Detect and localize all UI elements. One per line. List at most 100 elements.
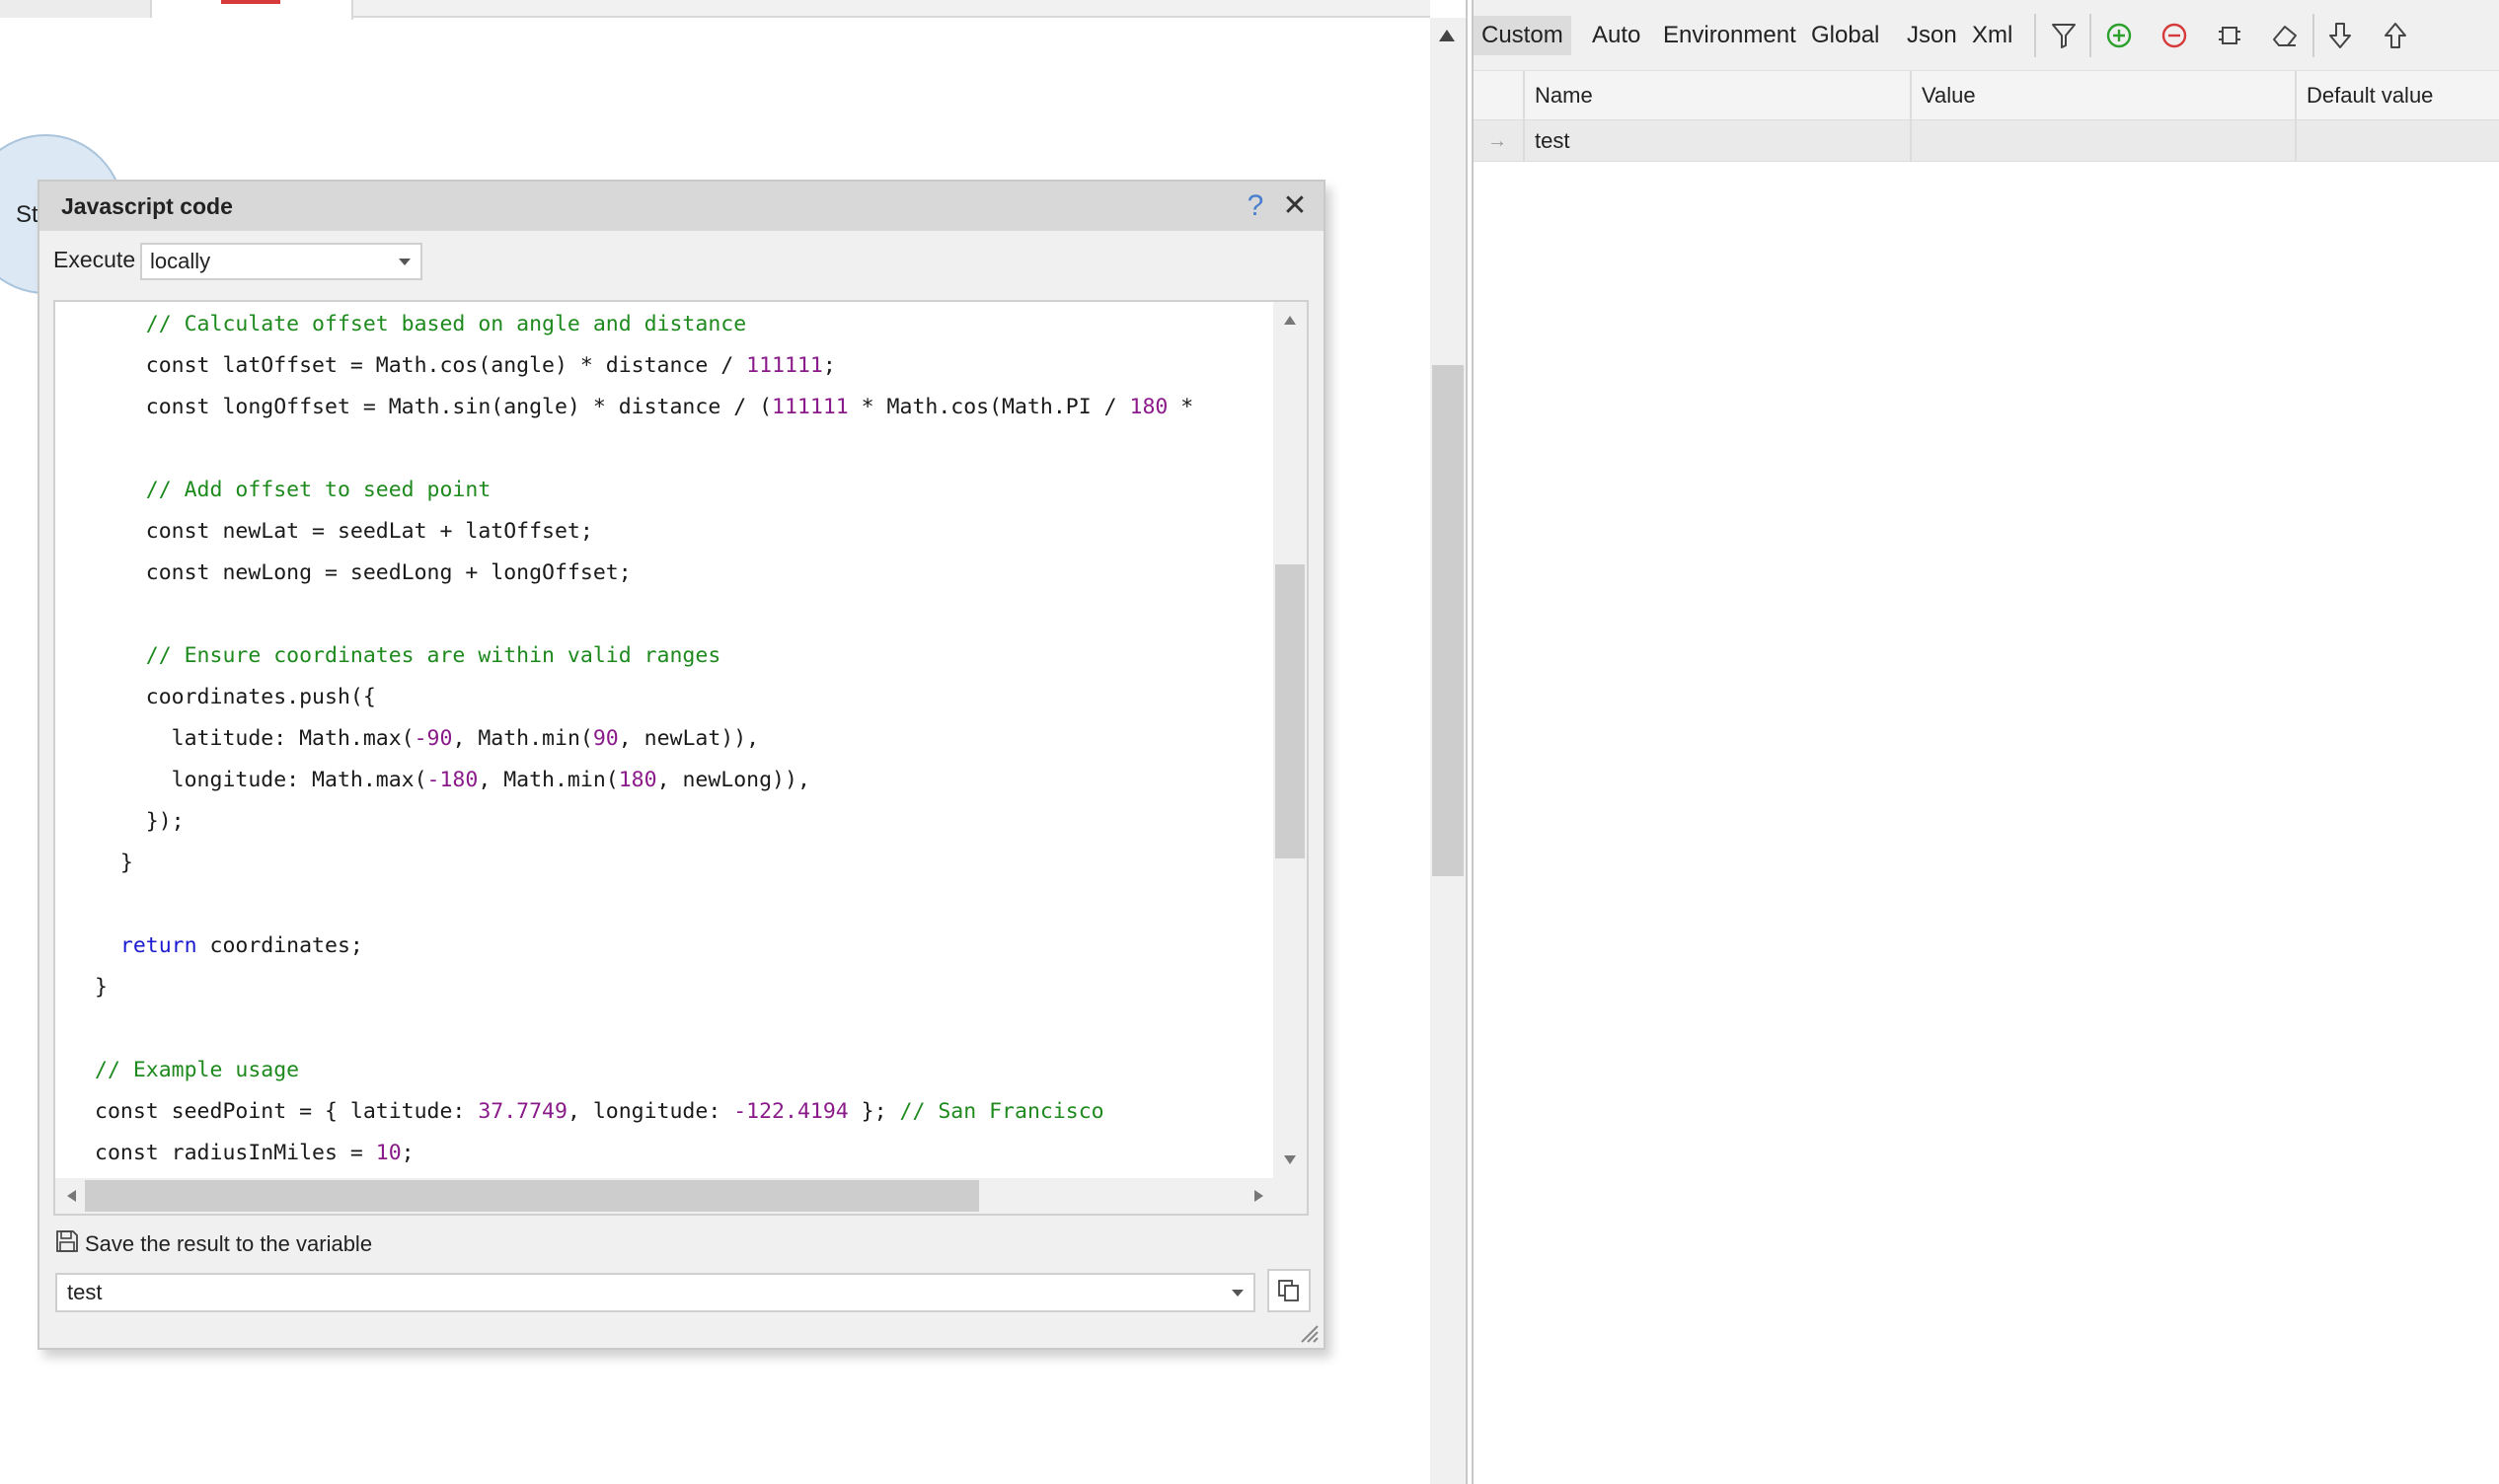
code-token: 37.7749 xyxy=(478,1099,568,1124)
column-header-name[interactable]: Name xyxy=(1523,71,1910,120)
tab-json[interactable]: Json xyxy=(1899,16,1965,55)
code-token: } xyxy=(95,975,108,1000)
eraser-icon[interactable] xyxy=(2265,16,2305,55)
code-token: ; xyxy=(401,1141,415,1165)
scrollbar-thumb[interactable] xyxy=(1432,365,1464,876)
panel-splitter[interactable] xyxy=(1466,0,1474,1484)
code-token: 180 xyxy=(1129,395,1169,419)
code-token: const radiusInMiles = xyxy=(95,1141,376,1165)
code-line: longitude: Math.max(-180, Math.min(180, … xyxy=(95,764,810,797)
code-line: // Add offset to seed point xyxy=(95,474,492,507)
code-token: latitude: Math.max( xyxy=(95,726,415,751)
table-row[interactable]: → test xyxy=(1474,120,2499,162)
tab-environment[interactable]: Environment xyxy=(1655,16,1804,55)
code-line: } xyxy=(95,847,133,880)
variables-grid-header: Name Value Default value xyxy=(1474,71,2499,120)
code-token: , Math.min( xyxy=(478,768,619,792)
code-token: , newLong)), xyxy=(656,768,810,792)
code-token: 111111 xyxy=(746,353,823,378)
execute-label: Execute xyxy=(53,247,136,272)
canvas-tab-active[interactable] xyxy=(152,0,353,20)
canvas-tab-strip xyxy=(0,0,1430,20)
code-line: latitude: Math.max(-90, Math.min(90, new… xyxy=(95,722,759,756)
code-token: const newLat = seedLat + latOffset; xyxy=(95,519,593,544)
clear-value-icon[interactable] xyxy=(2210,16,2249,55)
code-line: } xyxy=(95,971,108,1004)
code-line: // Example usage xyxy=(95,1054,299,1087)
variables-panel xyxy=(1474,0,2499,1484)
resize-grip-icon[interactable] xyxy=(1296,1320,1320,1344)
code-line: const longOffset = Math.sin(angle) * dis… xyxy=(95,391,1193,424)
code-editor[interactable]: // Calculate offset based on angle and d… xyxy=(53,300,1309,1216)
execute-mode-select[interactable]: locally xyxy=(140,243,422,280)
code-token: return xyxy=(95,933,197,958)
code-token: -180 xyxy=(426,768,479,792)
code-token: 111111 xyxy=(772,395,849,419)
javascript-code-dialog: Javascript code ? ✕ Execute locally // C… xyxy=(38,180,1325,1350)
active-tab-marker xyxy=(221,0,280,4)
save-result-label: Save the result to the variable xyxy=(85,1231,373,1256)
canvas-vertical-scrollbar[interactable] xyxy=(1430,18,1466,1484)
code-token: } xyxy=(95,851,133,875)
tab-custom[interactable]: Custom xyxy=(1474,16,1571,55)
scroll-up-arrow-icon[interactable] xyxy=(1284,316,1296,325)
scrollbar-thumb[interactable] xyxy=(1275,564,1305,858)
code-token: // Ensure coordinates are within valid r… xyxy=(95,643,721,668)
code-token: // Calculate offset based on angle and d… xyxy=(95,312,747,336)
cell-default-value[interactable] xyxy=(2295,120,2499,162)
add-icon[interactable] xyxy=(2099,16,2139,55)
cell-value[interactable] xyxy=(1910,120,2295,162)
canvas-tab[interactable] xyxy=(0,0,152,18)
move-up-icon[interactable] xyxy=(2376,16,2415,55)
scroll-left-arrow-icon[interactable] xyxy=(67,1190,76,1202)
move-down-icon[interactable] xyxy=(2320,16,2360,55)
tab-xml[interactable]: Xml xyxy=(1964,16,2020,55)
toolbar-separator xyxy=(2312,14,2314,57)
code-token: -122.4194 xyxy=(733,1099,849,1124)
insert-variable-button[interactable] xyxy=(1267,1269,1311,1312)
code-token: -90 xyxy=(414,726,453,751)
code-token: const seedPoint = { latitude: xyxy=(95,1099,479,1124)
code-token: coordinates.push({ xyxy=(95,685,376,709)
row-indicator-arrow-icon: → xyxy=(1487,130,1507,152)
code-line: const latOffset = Math.cos(angle) * dist… xyxy=(95,349,836,383)
chevron-down-icon xyxy=(1232,1290,1244,1297)
code-line: }); xyxy=(95,805,185,839)
scrollbar-thumb[interactable] xyxy=(85,1180,979,1212)
code-token: const latOffset = Math.cos(angle) * dist… xyxy=(95,353,747,378)
code-token: , Math.min( xyxy=(452,726,593,751)
column-header-default-value[interactable]: Default value xyxy=(2295,71,2499,120)
code-line: const newLat = seedLat + latOffset; xyxy=(95,515,593,549)
column-header-value[interactable]: Value xyxy=(1910,71,2295,120)
help-icon[interactable]: ? xyxy=(1239,187,1272,225)
scroll-right-arrow-icon[interactable] xyxy=(1254,1190,1263,1202)
cell-name[interactable]: test xyxy=(1523,120,1910,162)
scroll-up-arrow-icon[interactable] xyxy=(1439,30,1455,41)
code-line: // Ensure coordinates are within valid r… xyxy=(95,639,721,673)
result-variable-select[interactable]: test xyxy=(55,1273,1255,1312)
code-token: 180 xyxy=(618,768,657,792)
close-icon[interactable]: ✕ xyxy=(1278,187,1312,225)
toolbar-separator xyxy=(2089,14,2091,57)
code-token: // Example usage xyxy=(95,1058,300,1082)
code-line: return coordinates; xyxy=(95,929,363,963)
tab-auto[interactable]: Auto xyxy=(1584,16,1648,55)
tab-global[interactable]: Global xyxy=(1803,16,1887,55)
code-line: coordinates.push({ xyxy=(95,681,376,714)
code-token: , longitude: xyxy=(567,1099,734,1124)
scroll-down-arrow-icon[interactable] xyxy=(1284,1155,1296,1164)
execute-mode-value: locally xyxy=(150,249,211,273)
code-token: , newLat)), xyxy=(618,726,760,751)
code-token: 90 xyxy=(592,726,619,751)
chevron-down-icon xyxy=(399,259,411,265)
code-line: const newLong = seedLong + longOffset; xyxy=(95,556,632,590)
remove-icon[interactable] xyxy=(2155,16,2194,55)
dialog-title-bar[interactable]: Javascript code ? ✕ xyxy=(39,182,1324,231)
filter-icon[interactable] xyxy=(2044,16,2083,55)
editor-vertical-scrollbar[interactable] xyxy=(1273,302,1307,1178)
code-token: 10 xyxy=(375,1141,402,1165)
editor-horizontal-scrollbar[interactable] xyxy=(55,1178,1307,1214)
code-text-area[interactable]: // Calculate offset based on angle and d… xyxy=(55,308,1273,1176)
code-token: * Math.cos(Math.PI / xyxy=(848,395,1130,419)
result-variable-value: test xyxy=(67,1280,103,1304)
